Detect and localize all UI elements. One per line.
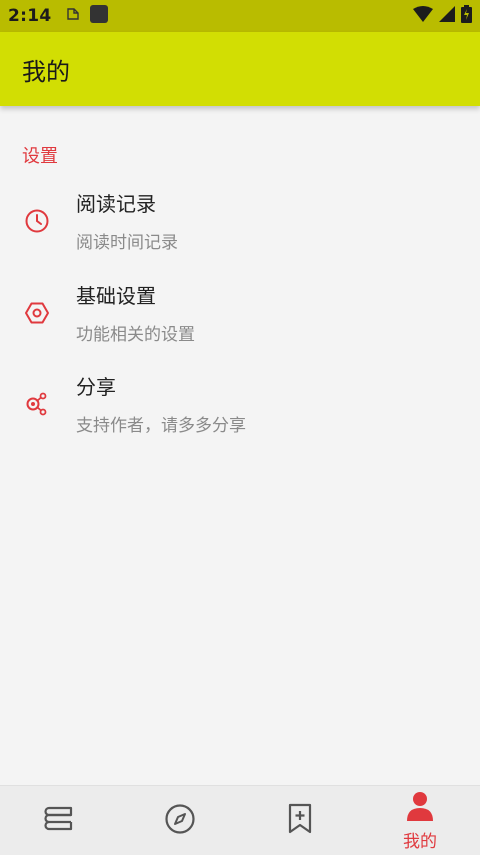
- settings-item-title: 基础设置: [76, 284, 156, 308]
- status-bar: 2:14: [0, 0, 480, 32]
- notification-icon: [65, 6, 81, 26]
- signal-icon: [439, 6, 455, 26]
- page-title: 我的: [22, 57, 70, 86]
- status-time: 2:14: [8, 6, 52, 26]
- wifi-icon: [413, 6, 433, 26]
- nav-label: 我的: [403, 831, 437, 852]
- settings-item-basic-settings[interactable]: 基础设置 功能相关的设置: [0, 274, 480, 362]
- settings-hexagon-icon: [24, 300, 50, 326]
- nav-item-mine[interactable]: 我的: [360, 786, 480, 855]
- settings-list: 设置 阅读记录 阅读时间记录 基础设置 功能相关的设置 分享 支持作者，请多多分…: [0, 106, 480, 785]
- app-icon: [89, 4, 109, 28]
- bookmark-add-icon: [286, 803, 314, 839]
- nav-item-bookmarks[interactable]: [240, 786, 360, 855]
- section-header: 设置: [22, 146, 58, 167]
- settings-item-subtitle: 阅读时间记录: [76, 233, 178, 253]
- settings-item-title: 分享: [76, 375, 116, 399]
- nav-item-discover[interactable]: [120, 786, 240, 855]
- bookshelf-icon: [44, 804, 76, 838]
- app-bar: 我的: [0, 32, 480, 106]
- settings-item-subtitle: 支持作者，请多多分享: [76, 416, 246, 436]
- compass-icon: [164, 803, 196, 839]
- settings-item-subtitle: 功能相关的设置: [76, 325, 195, 345]
- settings-item-title: 阅读记录: [76, 192, 156, 216]
- nav-item-bookshelf[interactable]: [0, 786, 120, 855]
- settings-item-reading-history[interactable]: 阅读记录 阅读时间记录: [0, 182, 480, 270]
- settings-item-share[interactable]: 分享 支持作者，请多多分享: [0, 365, 480, 453]
- share-icon: [24, 391, 50, 417]
- clock-icon: [24, 208, 50, 234]
- person-icon: [405, 791, 435, 825]
- bottom-navigation: 我的: [0, 785, 480, 855]
- battery-icon: [461, 5, 472, 27]
